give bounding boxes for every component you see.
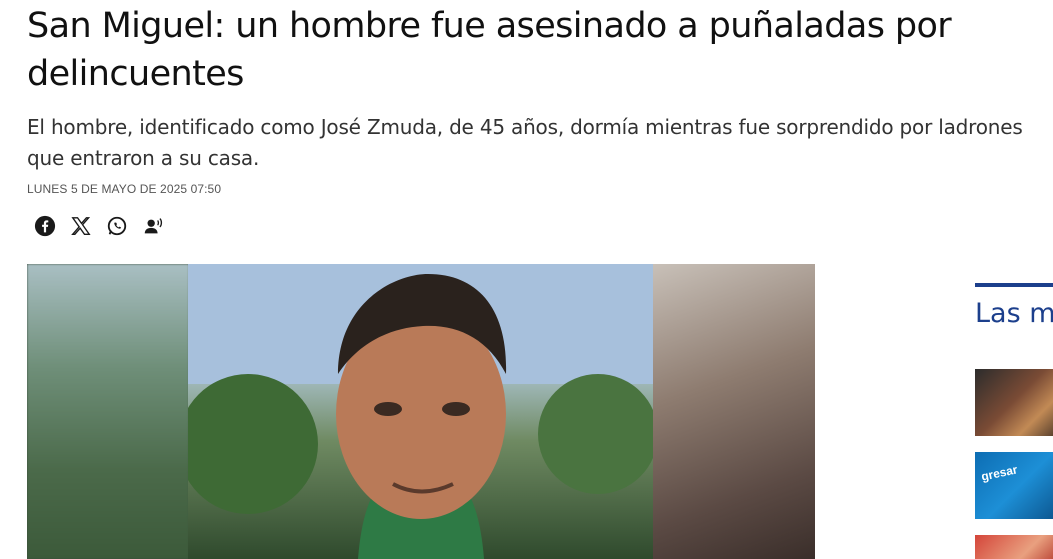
sidebar-title: Las m	[975, 298, 1053, 329]
portrait-illustration	[178, 264, 658, 559]
sidebar-thumbnail[interactable]	[975, 535, 1053, 559]
sidebar-thumbnail[interactable]: gresar	[975, 452, 1053, 519]
hero-blur-right	[653, 264, 815, 559]
hero-blur-left	[27, 264, 189, 559]
listen-audio-icon[interactable]	[141, 214, 165, 238]
hero-photo	[178, 264, 658, 559]
thumbnail-text: gresar	[979, 462, 1019, 484]
article-date: LUNES 5 DE MAYO DE 2025 07:50	[27, 182, 222, 196]
article-headline: San Miguel: un hombre fue asesinado a pu…	[27, 6, 952, 94]
article-hero-image	[27, 264, 815, 559]
x-icon[interactable]	[69, 214, 93, 238]
share-bar	[33, 214, 165, 238]
whatsapp-icon[interactable]	[105, 214, 129, 238]
facebook-icon[interactable]	[33, 214, 57, 238]
sidebar-title-rule	[975, 283, 1053, 287]
article-subtitle: El hombre, identificado como José Zmuda,…	[27, 115, 1023, 170]
sidebar-thumbnail[interactable]	[975, 369, 1053, 436]
